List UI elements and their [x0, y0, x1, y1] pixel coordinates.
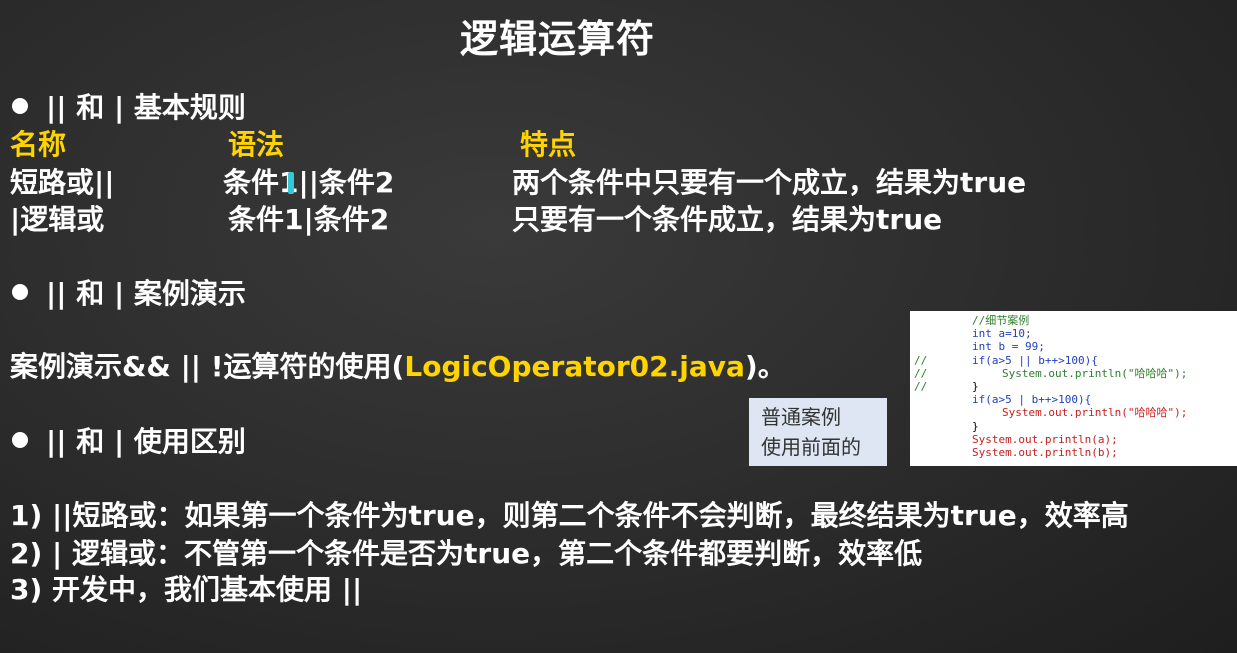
- code-line: int a=10;: [972, 327, 1032, 341]
- difference-point-1: 1) ||短路或：如果第一个条件为true，则第二个条件不会判断，最终结果为tr…: [10, 499, 1129, 532]
- column-header-name: 名称: [10, 128, 67, 161]
- code-line: int b = 99;: [972, 340, 1045, 354]
- note-box: 普通案例 使用前面的: [749, 398, 887, 466]
- heading-text: || 和 | 使用区别: [46, 425, 246, 458]
- code-line: //}: [914, 379, 979, 393]
- difference-point-2: 2) | 逻辑或：不管第一个条件是否为true，第二个条件都要判断，效率低: [10, 537, 923, 570]
- row-short-circuit-or-syntax: 条件1||条件2: [223, 166, 395, 199]
- row-logical-or-syntax: 条件1|条件2: [228, 203, 390, 236]
- code-line: //System.out.println("哈哈哈");: [914, 366, 1188, 380]
- note-line-1: 普通案例: [761, 405, 841, 429]
- heading-text: || 和 | 基本规则: [46, 91, 246, 124]
- section-demo-heading: || 和 | 案例演示: [12, 272, 246, 312]
- demo-file-name: LogicOperator02.java: [404, 350, 745, 383]
- heading-text: || 和 | 案例演示: [46, 277, 246, 310]
- difference-point-3: 3) 开发中，我们基本使用 ||: [10, 573, 363, 606]
- code-line: if(a>5 | b++>100){: [972, 393, 1092, 407]
- demo-prefix: 案例演示&& || !运算符的使用(: [10, 350, 405, 383]
- section-basic-rules-heading: || 和 | 基本规则: [12, 86, 246, 126]
- row-logical-or-name: |逻辑或: [10, 203, 105, 236]
- code-line: //if(a>5 || b++>100){: [914, 353, 1098, 367]
- row-short-circuit-or-feature: 两个条件中只要有一个成立，结果为true: [512, 166, 1027, 199]
- code-line: System.out.println("哈哈哈");: [1002, 406, 1188, 420]
- code-line: System.out.println(a);: [972, 432, 1118, 446]
- code-line: System.out.println(b);: [972, 445, 1118, 459]
- bullet-icon: [12, 432, 28, 448]
- bullet-icon: [12, 98, 28, 114]
- code-snippet: //细节案例 int a=10; int b = 99; //if(a>5 ||…: [910, 311, 1237, 466]
- code-line: //细节案例: [972, 314, 1030, 327]
- slide-title: 逻辑运算符: [460, 17, 656, 61]
- code-line: }: [972, 419, 979, 433]
- demo-suffix: )。: [744, 350, 786, 383]
- note-line-2: 使用前面的: [761, 435, 861, 459]
- column-header-syntax: 语法: [228, 128, 285, 161]
- bullet-icon: [12, 284, 28, 300]
- demo-description: 案例演示&& || !运算符的使用(LogicOperator02.java)。: [10, 345, 786, 385]
- mouse-cursor-icon: [288, 172, 294, 194]
- section-difference-heading: || 和 | 使用区别: [12, 420, 246, 460]
- column-header-feature: 特点: [520, 128, 577, 161]
- row-short-circuit-or-name: 短路或||: [10, 166, 115, 199]
- row-logical-or-feature: 只要有一个条件成立，结果为true: [512, 203, 943, 236]
